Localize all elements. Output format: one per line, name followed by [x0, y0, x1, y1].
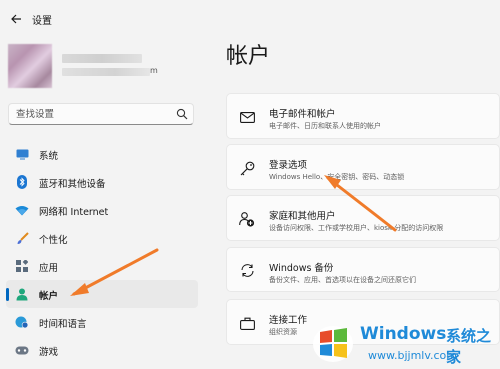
sidebar-item-network[interactable]: 网络和 Internet — [6, 196, 198, 224]
sidebar-item-label: 帐户 — [39, 291, 59, 302]
app-title: 设置 — [32, 16, 52, 27]
search-icon[interactable] — [176, 108, 188, 120]
bluetooth-icon — [15, 175, 29, 189]
card-family-other-users[interactable]: 家庭和其他用户 设备访问权限、工作或学校用户、kiosk 分配的访问权限 — [226, 195, 500, 241]
card-windows-backup[interactable]: Windows 备份 备份文件、应用、首选项以在设备之间还原它们 — [226, 247, 500, 292]
back-arrow-icon — [11, 14, 21, 24]
card-sign-in-options[interactable]: 登录选项 Windows Hello、安全密钥、密码、动态锁 — [226, 144, 500, 190]
sidebar-item-label: 时间和语言 — [39, 319, 87, 330]
sidebar-item-accounts[interactable]: 帐户 — [6, 280, 198, 308]
briefcase-icon — [237, 313, 257, 333]
system-icon — [15, 147, 29, 161]
profile-email-suffix: m — [150, 66, 158, 75]
watermark-brand: Windows — [360, 324, 447, 344]
avatar — [8, 44, 52, 88]
family-add-icon — [237, 209, 257, 229]
globe-clock-icon — [15, 315, 29, 329]
card-subtitle: 电子邮件、日历和联系人使用的帐户 — [269, 122, 381, 130]
watermark: Windows 系统之家 www.bjjmlv.com — [310, 318, 500, 369]
card-subtitle: 备份文件、应用、首选项以在设备之间还原它们 — [269, 276, 416, 284]
card-title: Windows 备份 — [269, 263, 334, 274]
card-title: 家庭和其他用户 — [269, 211, 336, 222]
user-profile[interactable]: m — [8, 44, 198, 88]
search-input[interactable] — [16, 107, 166, 121]
sidebar-item-label: 个性化 — [39, 235, 68, 246]
sidebar-nav: 系统 蓝牙和其他设备 网络和 Internet 个性化 应用 帐户 时间和语言 … — [6, 140, 198, 364]
sidebar-item-personalization[interactable]: 个性化 — [6, 224, 198, 252]
watermark-url: www.bjjmlv.com — [368, 349, 457, 362]
sidebar-item-time-language[interactable]: 时间和语言 — [6, 308, 198, 336]
sidebar-item-label: 游戏 — [39, 347, 59, 358]
sidebar-item-bluetooth-devices[interactable]: 蓝牙和其他设备 — [6, 168, 198, 196]
profile-name-blurred — [62, 54, 142, 63]
sidebar-item-gaming[interactable]: 游戏 — [6, 336, 198, 364]
page-title: 帐户 — [226, 44, 271, 69]
sidebar-item-apps[interactable]: 应用 — [6, 252, 198, 280]
back-button[interactable] — [6, 9, 26, 29]
sidebar-item-label: 网络和 Internet — [39, 207, 109, 218]
key-icon — [237, 158, 257, 178]
card-title: 登录选项 — [269, 160, 308, 171]
profile-email-blurred — [62, 68, 150, 76]
windows-logo-icon — [313, 326, 353, 362]
mail-icon — [237, 107, 257, 127]
sidebar-item-label: 蓝牙和其他设备 — [39, 179, 106, 190]
sidebar-item-system[interactable]: 系统 — [6, 140, 198, 168]
card-title: 连接工作 — [269, 315, 308, 326]
sidebar-item-label: 应用 — [39, 263, 59, 274]
search-box[interactable] — [8, 103, 194, 125]
account-icon — [15, 287, 29, 301]
card-subtitle: 设备访问权限、工作或学校用户、kiosk 分配的访问权限 — [269, 224, 444, 232]
card-title: 电子邮件和帐户 — [269, 109, 336, 120]
wifi-icon — [15, 203, 29, 217]
apps-icon — [15, 259, 29, 273]
gamepad-icon — [15, 343, 29, 357]
title-bar: 设置 — [0, 0, 500, 36]
backup-sync-icon — [237, 260, 257, 280]
sidebar-item-label: 系统 — [39, 151, 59, 162]
card-email-accounts[interactable]: 电子邮件和帐户 电子邮件、日历和联系人使用的帐户 — [226, 93, 500, 139]
card-subtitle: Windows Hello、安全密钥、密码、动态锁 — [269, 173, 405, 181]
brush-icon — [15, 231, 29, 245]
card-subtitle: 组织资源 — [269, 328, 297, 336]
selection-indicator — [6, 288, 9, 301]
